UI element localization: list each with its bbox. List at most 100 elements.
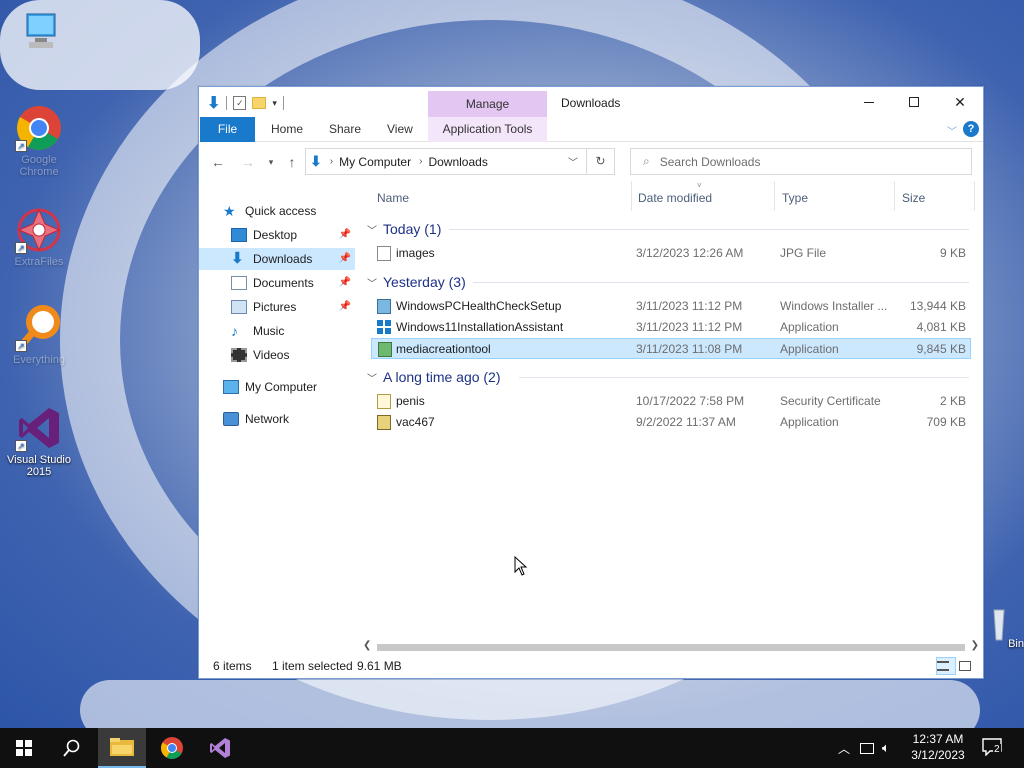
shortcut-arrow-icon: ↗ bbox=[15, 242, 27, 254]
clock-date: 3/12/2023 bbox=[911, 748, 965, 762]
group-divider bbox=[473, 282, 969, 283]
close-button[interactable]: ✕ bbox=[937, 87, 983, 117]
group-divider bbox=[449, 229, 969, 230]
tab-file[interactable]: File bbox=[200, 117, 255, 142]
tab-view[interactable]: View bbox=[377, 117, 423, 142]
chevron-left-icon[interactable]: ❮ bbox=[363, 640, 371, 651]
new-folder-icon[interactable] bbox=[252, 97, 267, 109]
sidebar-item-quick-access[interactable]: ★ Quick access bbox=[223, 200, 353, 222]
shortcut-arrow-icon: ↗ bbox=[15, 440, 27, 452]
column-header-type[interactable]: Type bbox=[782, 189, 808, 207]
minimize-icon bbox=[864, 101, 874, 103]
desktop-icon-everything[interactable]: ↗ Everything bbox=[3, 304, 75, 366]
sidebar-item-videos[interactable]: Videos bbox=[199, 344, 355, 366]
sidebar-item-my-computer[interactable]: My Computer bbox=[223, 376, 353, 398]
taskbar: ︿ 🔈︎ 12:37 AM 3/12/2023 2 bbox=[0, 728, 1024, 768]
network-icon[interactable] bbox=[860, 742, 875, 754]
file-row-selected[interactable]: mediacreationtool 3/11/2023 11:08 PM App… bbox=[371, 338, 971, 359]
file-name: vac467 bbox=[396, 415, 435, 429]
refresh-button[interactable]: ↻ bbox=[587, 148, 615, 175]
tab-manage[interactable]: Manage bbox=[428, 91, 547, 117]
address-bar[interactable]: ⬇ › My Computer › Downloads ﹀ bbox=[305, 148, 587, 175]
back-button[interactable]: ← bbox=[208, 153, 228, 171]
file-row[interactable]: WindowsPCHealthCheckSetup 3/11/2023 11:1… bbox=[371, 296, 971, 317]
column-header-size[interactable]: Size bbox=[902, 189, 925, 207]
chevron-up-icon[interactable]: ︿ bbox=[838, 740, 850, 757]
volume-icon[interactable]: 🔈︎ bbox=[882, 740, 890, 756]
folder-icon bbox=[110, 738, 134, 756]
desktop-icon-chrome[interactable]: ↗ Google Chrome bbox=[3, 104, 75, 178]
file-date: 10/17/2022 7:58 PM bbox=[636, 394, 745, 408]
column-divider bbox=[894, 181, 895, 211]
maximize-button[interactable] bbox=[891, 87, 937, 117]
pin-icon[interactable]: 📌 bbox=[339, 224, 351, 246]
file-row[interactable]: vac467 9/2/2022 11:37 AM Application 709… bbox=[371, 412, 971, 433]
wallpaper-blob bbox=[80, 680, 980, 728]
clock[interactable]: 12:37 AM 3/12/2023 bbox=[906, 731, 970, 763]
taskbar-chrome[interactable] bbox=[148, 728, 196, 768]
sidebar-item-music[interactable]: ♪ Music bbox=[199, 320, 355, 342]
sidebar-item-documents[interactable]: Documents 📌 bbox=[199, 272, 355, 294]
sidebar-item-downloads[interactable]: ⬇ Downloads 📌 bbox=[199, 248, 355, 270]
arrow-left-icon: ← bbox=[211, 154, 225, 170]
desktop-folder-icon bbox=[231, 228, 247, 242]
shortcut-arrow-icon: ↗ bbox=[15, 340, 27, 352]
notification-count: 2 bbox=[993, 744, 1001, 755]
tab-home[interactable]: Home bbox=[261, 117, 313, 142]
taskbar-visual-studio[interactable] bbox=[196, 728, 244, 768]
desktop-icon-extrafiles[interactable]: ↗ ExtraFiles bbox=[3, 206, 75, 268]
search-input[interactable]: ⌕ Search Downloads bbox=[630, 148, 972, 175]
large-icons-view-button[interactable] bbox=[958, 657, 978, 675]
taskbar-file-explorer[interactable] bbox=[98, 728, 146, 768]
group-header-long-time-ago[interactable]: ﹀ A long time ago (2) bbox=[367, 367, 501, 387]
download-arrow-icon[interactable]: ⬇ bbox=[207, 93, 220, 113]
minimize-button[interactable] bbox=[846, 87, 892, 117]
file-date: 9/2/2022 11:37 AM bbox=[636, 415, 736, 429]
tab-application-tools[interactable]: Application Tools bbox=[428, 117, 547, 142]
chevron-right-icon[interactable]: ❯ bbox=[971, 640, 979, 651]
start-button[interactable] bbox=[0, 728, 48, 768]
up-button[interactable]: ↑ bbox=[282, 153, 302, 171]
breadcrumb-downloads[interactable]: Downloads bbox=[428, 155, 487, 169]
search-icon bbox=[63, 739, 80, 757]
help-icon[interactable]: ? bbox=[963, 121, 979, 137]
pin-icon[interactable]: 📌 bbox=[339, 248, 351, 270]
desktop-icon-computer[interactable] bbox=[3, 10, 75, 60]
star-icon: ★ bbox=[223, 203, 236, 219]
file-size: 709 KB bbox=[926, 415, 966, 429]
sidebar-item-pictures[interactable]: Pictures 📌 bbox=[199, 296, 355, 318]
column-header-date-modified[interactable]: Date modified bbox=[638, 189, 712, 207]
pin-icon[interactable]: 📌 bbox=[339, 272, 351, 294]
chevron-down-icon[interactable]: ﹀ bbox=[568, 154, 578, 169]
chevron-down-icon: ﹀ bbox=[367, 373, 377, 385]
tab-share[interactable]: Share bbox=[319, 117, 371, 142]
forward-button[interactable]: → bbox=[238, 153, 258, 171]
desktop-icon-visual-studio[interactable]: ↗ Visual Studio 2015 bbox=[3, 404, 75, 478]
sidebar-item-desktop[interactable]: Desktop 📌 bbox=[199, 224, 355, 246]
recent-locations-button[interactable]: ▾ bbox=[261, 153, 281, 171]
search-button[interactable] bbox=[48, 728, 96, 768]
details-view-button[interactable] bbox=[936, 657, 956, 675]
sidebar-item-network[interactable]: Network bbox=[223, 408, 353, 430]
mouse-cursor-icon bbox=[514, 555, 528, 576]
properties-icon[interactable]: ✓ bbox=[233, 96, 247, 110]
image-file-icon bbox=[377, 246, 391, 261]
pin-icon[interactable]: 📌 bbox=[339, 296, 351, 318]
breadcrumb-my-computer[interactable]: My Computer bbox=[339, 155, 411, 169]
chevron-down-icon[interactable]: ﹀ bbox=[947, 123, 957, 138]
group-title: Yesterday (3) bbox=[383, 274, 466, 290]
sidebar-item-label: Downloads bbox=[253, 252, 313, 266]
chevron-down-icon[interactable]: ▾ bbox=[272, 98, 277, 109]
arrow-right-icon: → bbox=[241, 154, 255, 170]
sidebar-item-label: Network bbox=[245, 412, 290, 426]
file-row[interactable]: images 3/12/2023 12:26 AM JPG File 9 KB bbox=[371, 243, 971, 264]
action-center-button[interactable]: 2 bbox=[982, 738, 1004, 757]
desktop-icon-label: ExtraFiles bbox=[14, 256, 64, 268]
scrollbar-thumb[interactable] bbox=[377, 644, 965, 651]
column-header-name[interactable]: Name bbox=[377, 189, 409, 207]
file-row[interactable]: Windows11InstallationAssistant 3/11/2023… bbox=[371, 317, 971, 338]
file-row[interactable]: penis 10/17/2022 7:58 PM Security Certif… bbox=[371, 391, 971, 412]
group-header-yesterday[interactable]: ﹀ Yesterday (3) bbox=[367, 272, 466, 292]
group-header-today[interactable]: ﹀ Today (1) bbox=[367, 219, 441, 239]
status-selection: 1 item selected bbox=[272, 659, 353, 673]
